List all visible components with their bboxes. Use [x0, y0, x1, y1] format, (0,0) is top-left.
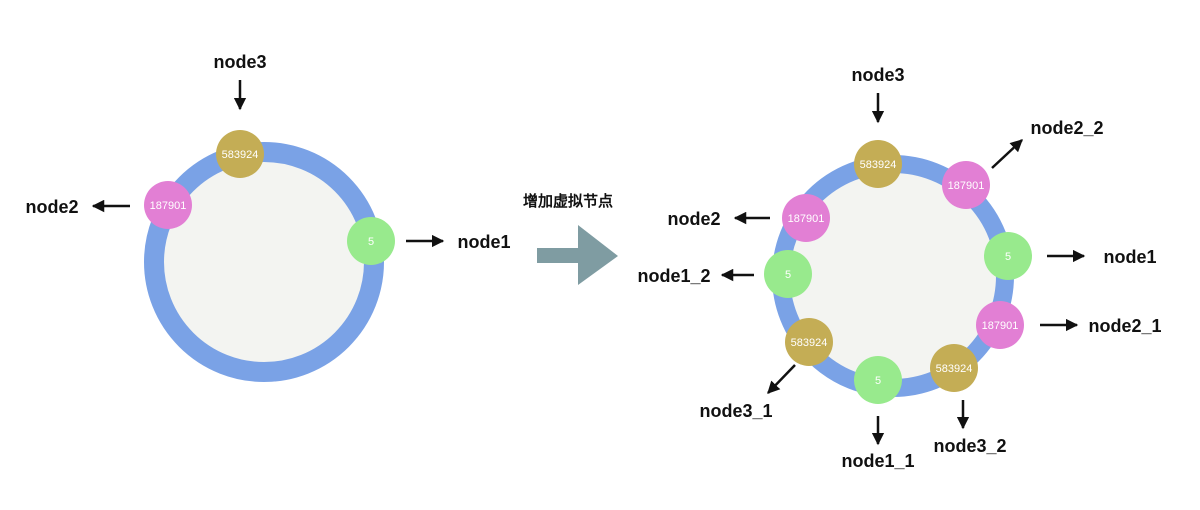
left-hash-ring: [144, 142, 384, 382]
right-node2-2-hash: 187901: [948, 180, 985, 192]
diagram-canvas: node3 583924 187901 node2 5 node1 增加虚拟节点…: [25, 52, 1162, 471]
right-node3-label: node3: [851, 65, 904, 85]
right-node3-1-arrow: [767, 364, 796, 394]
right-node3-group: node3 583924: [851, 65, 905, 188]
right-node3-1-group: 583924 node3_1: [699, 318, 833, 421]
right-node2-2-arrow: [991, 139, 1023, 169]
right-node1-2-group: 5 node1_2: [637, 250, 812, 298]
right-node2-label: node2: [667, 209, 720, 229]
right-node1-2-label: node1_2: [637, 266, 710, 286]
left-node1-hash: 5: [368, 236, 374, 248]
left-ring-circle: [144, 142, 384, 382]
right-node3-1-hash: 583924: [791, 337, 828, 349]
right-node2-1-label: node2_1: [1088, 316, 1161, 336]
right-node1-hash: 5: [1005, 251, 1011, 263]
right-node3-2-hash: 583924: [936, 363, 973, 375]
right-node2-hash: 187901: [788, 213, 825, 225]
right-node3-hash: 583924: [860, 159, 897, 171]
right-node1-1-label: node1_1: [841, 451, 914, 471]
right-node2-2-group: 187901 node2_2: [942, 118, 1104, 209]
left-node2-hash: 187901: [150, 200, 187, 212]
left-node1-group: 5 node1: [347, 217, 511, 265]
left-node2-group: 187901 node2: [25, 181, 192, 229]
right-node2-group: 187901 node2: [667, 194, 830, 242]
right-node1-group: 5 node1: [984, 232, 1157, 280]
right-node1-1-hash: 5: [875, 375, 881, 387]
right-node3-1-label: node3_1: [699, 401, 772, 421]
left-node1-label: node1: [457, 232, 510, 252]
right-node2-1-group: 187901 node2_1: [976, 301, 1162, 349]
left-node3-label: node3: [213, 52, 266, 72]
left-node3-hash: 583924: [222, 149, 259, 161]
right-node3-2-label: node3_2: [933, 436, 1006, 456]
left-node3-group: node3 583924: [213, 52, 267, 178]
right-node1-label: node1: [1103, 247, 1156, 267]
right-node3-2-group: 583924 node3_2: [930, 344, 1007, 456]
right-node2-1-hash: 187901: [982, 320, 1019, 332]
right-node1-2-hash: 5: [785, 269, 791, 281]
transition-arrow-icon: [537, 225, 618, 285]
left-node2-label: node2: [25, 197, 78, 217]
add-virtual-nodes-caption: 增加虚拟节点: [523, 192, 613, 210]
right-node2-2-label: node2_2: [1030, 118, 1103, 138]
consistent-hash-diagram: node3 583924 187901 node2 5 node1 增加虚拟节点…: [0, 0, 1200, 510]
